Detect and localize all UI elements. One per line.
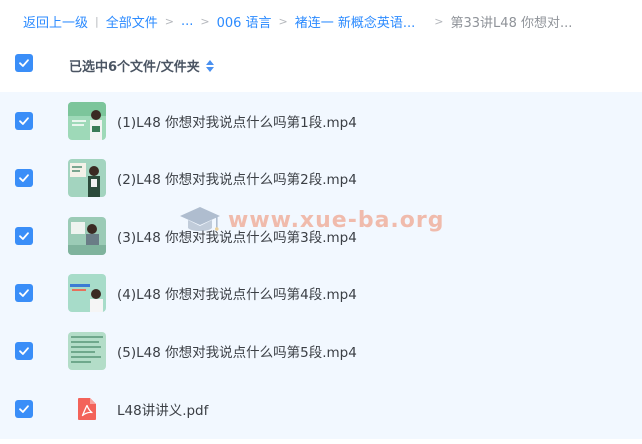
file-name[interactable]: (1)L48 你想对我说点什么吗第1段.mp4 [117,111,357,131]
breadcrumb-chevron-icon: > [200,14,210,28]
check-icon [19,117,29,125]
file-checkbox[interactable] [15,400,33,418]
breadcrumb-folder-course[interactable]: 褚连一 新概念英语... [295,12,416,31]
select-all-checkbox[interactable] [15,54,33,72]
check-icon [19,347,29,355]
video-thumbnail[interactable] [68,331,106,370]
file-checkbox[interactable] [15,341,33,360]
selection-count-text: 已选中6个文件/文件夹 [69,60,200,75]
breadcrumb-chevron-icon: > [278,14,288,28]
file-row[interactable]: (3)L48 你想对我说点什么吗第3段.mp4 [0,207,642,265]
breadcrumb-separator: | [95,14,99,28]
check-icon [19,232,29,240]
file-checkbox[interactable] [15,284,33,303]
video-thumbnail[interactable] [68,274,106,313]
sort-up-down-icon[interactable] [206,59,215,73]
file-checkbox[interactable] [15,111,33,130]
breadcrumb-chevron-icon: > [164,14,174,28]
file-name[interactable]: (3)L48 你想对我说点什么吗第3段.mp4 [117,226,357,246]
file-name[interactable]: L48讲讲义.pdf [117,399,208,419]
breadcrumb: 返回上一级 | 全部文件 > ... > 006 语言 > 褚连一 新概念英语.… [0,0,642,42]
file-row[interactable]: (4)L48 你想对我说点什么吗第4段.mp4 [0,264,642,322]
selection-count-label: 已选中6个文件/文件夹 [69,56,215,75]
breadcrumb-current-folder: 第33讲L48 你想对... [450,15,573,31]
breadcrumb-folder-language[interactable]: 006 语言 [217,12,272,31]
check-icon [19,289,29,298]
pdf-icon[interactable] [75,397,99,421]
file-name[interactable]: (5)L48 你想对我说点什么吗第5段.mp4 [117,341,357,361]
file-row[interactable]: (2)L48 你想对我说点什么吗第2段.mp4 [0,149,642,207]
video-thumbnail[interactable] [68,216,106,255]
file-name[interactable]: (2)L48 你想对我说点什么吗第2段.mp4 [117,168,357,188]
check-icon [19,405,29,413]
file-checkbox[interactable] [15,226,33,245]
video-thumbnail[interactable] [68,101,106,140]
file-list: (1)L48 你想对我说点什么吗第1段.mp4 (2)L48 你想对我说点什么吗… [0,92,642,439]
breadcrumb-back-link[interactable]: 返回上一级 [23,12,88,31]
breadcrumb-ellipsis[interactable]: ... [181,14,193,29]
breadcrumb-all-files-link[interactable]: 全部文件 [106,12,158,31]
file-row[interactable]: (1)L48 你想对我说点什么吗第1段.mp4 [0,92,642,150]
file-row[interactable]: L48讲讲义.pdf [0,379,642,439]
video-thumbnail[interactable] [68,159,106,198]
list-header: 已选中6个文件/文件夹 [0,42,642,89]
check-icon [19,59,29,67]
check-icon [19,174,29,183]
breadcrumb-chevron-icon: > [434,14,444,28]
file-name[interactable]: (4)L48 你想对我说点什么吗第4段.mp4 [117,283,357,303]
file-row[interactable]: (5)L48 你想对我说点什么吗第5段.mp4 [0,322,642,380]
file-checkbox[interactable] [15,169,33,188]
